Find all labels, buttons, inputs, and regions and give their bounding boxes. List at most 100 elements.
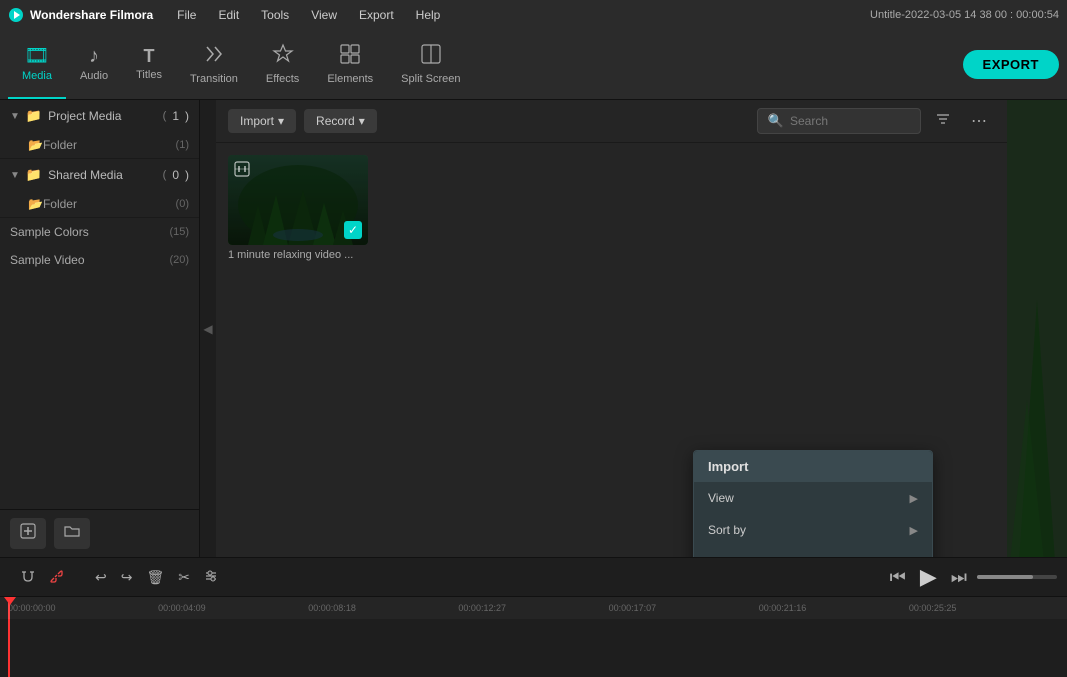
app-logo: Wondershare Filmora [8, 7, 153, 23]
ruler-mark-0: 00:00:00:00 [8, 603, 158, 613]
volume-fill [977, 575, 1033, 579]
tab-media-label: Media [22, 70, 52, 82]
timeline-playhead [8, 619, 10, 677]
preview-thumbnail [1007, 100, 1067, 557]
folder-1-badge: (1) [176, 139, 189, 151]
tab-transition[interactable]: Transition [176, 30, 252, 99]
context-groupby-label: Group by [708, 555, 757, 557]
tab-audio-label: Audio [80, 70, 108, 82]
project-media-label: Project Media [48, 109, 121, 123]
ruler-mark-5: 00:00:21:16 [759, 603, 909, 613]
effects-icon [272, 43, 294, 69]
timeline-ruler: 00:00:00:00 00:00:04:09 00:00:08:18 00:0… [0, 597, 1067, 619]
tab-splitscreen-label: Split Screen [401, 73, 460, 85]
more-options-button[interactable]: ⋯ [965, 109, 995, 133]
project-media-badge-close: ) [185, 109, 189, 123]
play-pause-button[interactable]: ▶ [916, 562, 941, 592]
sample-video-badge: (20) [169, 254, 189, 266]
tab-titles[interactable]: T Titles [122, 30, 176, 99]
folder-1-label: Folder [43, 138, 176, 152]
folder-icon-child: 📂 [28, 138, 43, 152]
sidebar-bottom [0, 509, 199, 557]
sidebar-item-sample-video[interactable]: Sample Video (20) [0, 246, 199, 274]
sidebar-section-shared-media: ▼ 📁 Shared Media (0) 📂 Folder (0) [0, 159, 199, 218]
media-toolbar: Import ▾ Record ▾ 🔍 ⋯ [216, 100, 1007, 143]
folder-icon-child-2: 📂 [28, 197, 43, 211]
submenu-arrow-icon-2: ▶ [910, 524, 918, 537]
transport-controls: ⏮ ▶ ⏭ [886, 562, 1057, 592]
media-thumbnail: ✓ [228, 155, 368, 245]
delete-button[interactable]: 🗑 [141, 566, 169, 589]
record-button[interactable]: Record ▾ [304, 109, 377, 133]
sidebar-item-folder-1[interactable]: 📂 Folder (1) [0, 132, 199, 158]
chevron-down-icon-2: ▼ [10, 170, 20, 181]
menu-export[interactable]: Export [349, 4, 404, 26]
shared-media-badge-close: ) [185, 168, 189, 182]
sidebar-item-sample-colors[interactable]: Sample Colors (15) [0, 218, 199, 246]
tab-media[interactable]: 🎞 Media [8, 30, 66, 99]
context-menu-sortby[interactable]: Sort by ▶ [694, 514, 932, 546]
tab-elements[interactable]: Elements [313, 30, 387, 99]
menu-file[interactable]: File [167, 4, 206, 26]
add-media-button[interactable] [10, 518, 46, 549]
export-button[interactable]: EXPORT [963, 50, 1059, 79]
search-input[interactable] [790, 114, 910, 128]
filter-button[interactable] [929, 109, 957, 134]
audio-settings-button[interactable] [199, 566, 223, 589]
media-item[interactable]: ✓ 1 minute relaxing video ... [228, 155, 368, 261]
tab-titles-label: Titles [136, 69, 162, 81]
titles-icon: T [144, 47, 155, 65]
import-button[interactable]: Import ▾ [228, 109, 296, 133]
context-menu-groupby[interactable]: Group by ▶ [694, 546, 932, 557]
sidebar-item-project-media[interactable]: ▼ 📁 Project Media (1) [0, 100, 199, 132]
submenu-arrow-icon: ▶ [910, 492, 918, 505]
title-bar-title: Untitle-2022-03-05 14 38 00 : 00:00:54 [870, 9, 1059, 21]
menu-tools[interactable]: Tools [251, 4, 299, 26]
timeline-track-area[interactable] [0, 619, 1067, 677]
shared-media-label: Shared Media [48, 168, 123, 182]
project-media-count: 1 [172, 109, 179, 123]
redo-button[interactable]: ↪ [116, 566, 138, 589]
cut-button[interactable]: ✂ [173, 566, 195, 589]
new-folder-button[interactable] [54, 518, 90, 549]
sidebar-section-project-media: ▼ 📁 Project Media (1) 📂 Folder (1) [0, 100, 199, 159]
menu-help[interactable]: Help [406, 4, 451, 26]
context-sortby-label: Sort by [708, 523, 746, 537]
magnet-button[interactable] [16, 566, 40, 589]
search-icon: 🔍 [768, 113, 784, 129]
collapse-arrow-icon: ◀ [203, 322, 212, 336]
import-dropdown-icon: ▾ [278, 114, 284, 128]
next-frame-button[interactable]: ⏭ [947, 565, 971, 590]
submenu-arrow-icon-3: ▶ [910, 556, 918, 558]
prev-frame-button[interactable]: ⏮ [886, 565, 910, 590]
tab-audio[interactable]: ♪ Audio [66, 30, 122, 99]
record-dropdown-icon: ▾ [359, 114, 365, 128]
folder-icon-2: 📁 [26, 167, 42, 183]
playhead [8, 597, 10, 619]
context-view-label: View [708, 491, 734, 505]
media-panel: Import ▾ Record ▾ 🔍 ⋯ [216, 100, 1007, 557]
volume-slider[interactable] [977, 575, 1057, 579]
record-label: Record [316, 114, 355, 128]
folder-2-label: Folder [43, 197, 176, 211]
sidebar-collapse-button[interactable]: ◀ [200, 100, 216, 557]
sidebar-item-shared-media[interactable]: ▼ 📁 Shared Media (0) [0, 159, 199, 191]
preview-panel [1007, 100, 1067, 557]
tab-splitscreen[interactable]: Split Screen [387, 30, 474, 99]
sample-colors-label: Sample Colors [10, 225, 89, 239]
sample-video-label: Sample Video [10, 253, 85, 267]
ruler-mark-2: 00:00:08:18 [308, 603, 458, 613]
undo-button[interactable]: ↩ [90, 566, 112, 589]
sidebar-item-folder-2[interactable]: 📂 Folder (0) [0, 191, 199, 217]
menu-view[interactable]: View [301, 4, 347, 26]
link-button[interactable] [44, 566, 68, 589]
tab-effects[interactable]: Effects [252, 30, 313, 99]
chevron-down-icon: ▼ [10, 111, 20, 122]
folder-2-badge: (0) [176, 198, 189, 210]
context-menu-view[interactable]: View ▶ [694, 482, 932, 514]
menu-edit[interactable]: Edit [208, 4, 249, 26]
logo-icon [8, 7, 24, 23]
toolbar: 🎞 Media ♪ Audio T Titles Transition Effe… [0, 30, 1067, 100]
menu-bar: Wondershare Filmora File Edit Tools View… [0, 0, 1067, 30]
shared-media-count: 0 [172, 168, 179, 182]
